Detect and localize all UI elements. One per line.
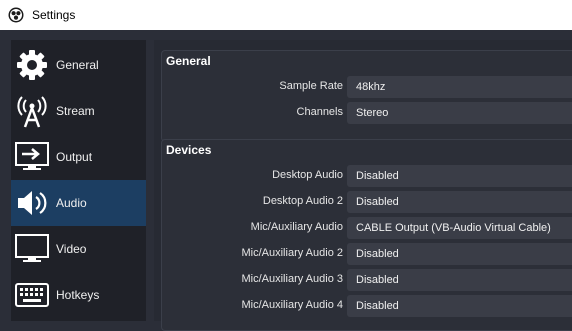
- sidebar-item-audio[interactable]: Audio: [11, 180, 146, 226]
- setting-row-desktop-audio: Desktop Audio Disabled: [162, 165, 572, 187]
- sidebar-item-label: Video: [56, 242, 87, 256]
- gear-icon: [14, 47, 50, 83]
- sidebar-item-label: Stream: [56, 104, 95, 118]
- desktop-audio-2-select[interactable]: Disabled: [347, 191, 572, 213]
- desktop-audio-select[interactable]: Disabled: [347, 165, 572, 187]
- mic-aux-audio-2-select[interactable]: Disabled: [347, 243, 572, 265]
- output-monitor-icon: [14, 139, 50, 175]
- devices-group: Devices Desktop Audio Disabled Desktop A…: [161, 139, 572, 331]
- obs-logo-icon: [8, 7, 24, 23]
- group-title-devices: Devices: [166, 143, 212, 157]
- window-title: Settings: [32, 8, 76, 22]
- sidebar-item-label: Output: [56, 150, 93, 164]
- sample-rate-select[interactable]: 48khz: [347, 76, 572, 98]
- setting-row-mic-aux-audio-4: Mic/Auxiliary Audio 4 Disabled: [162, 295, 572, 317]
- sidebar-item-label: Audio: [56, 196, 87, 210]
- sidebar-item-label: Hotkeys: [56, 288, 100, 302]
- setting-row-mic-aux-audio-2: Mic/Auxiliary Audio 2 Disabled: [162, 243, 572, 265]
- group-title-general: General: [166, 54, 211, 68]
- mic-aux-audio-4-label: Mic/Auxiliary Audio 4: [241, 299, 344, 311]
- settings-window: General Stream Output Audio Video Hotkey…: [0, 30, 572, 331]
- monitor-icon: [14, 231, 50, 267]
- setting-row-desktop-audio-2: Desktop Audio 2 Disabled: [162, 191, 572, 213]
- sidebar-item-stream[interactable]: Stream: [11, 88, 146, 134]
- keyboard-icon: [14, 277, 50, 313]
- sidebar-item-video[interactable]: Video: [11, 226, 146, 272]
- setting-row-mic-aux-audio: Mic/Auxiliary Audio CABLE Output (VB-Aud…: [162, 217, 572, 239]
- mic-aux-audio-select[interactable]: CABLE Output (VB-Audio Virtual Cable): [347, 217, 572, 239]
- general-group: General Sample Rate 48khz Channels Stere…: [161, 50, 572, 142]
- settings-sidebar: General Stream Output Audio Video Hotkey…: [11, 40, 146, 321]
- mic-aux-audio-3-select[interactable]: Disabled: [347, 269, 572, 291]
- mic-aux-audio-label: Mic/Auxiliary Audio: [250, 221, 343, 233]
- broadcast-antenna-icon: [14, 93, 50, 129]
- audio-settings-panel: General Sample Rate 48khz Channels Stere…: [154, 40, 572, 331]
- setting-row-mic-aux-audio-3: Mic/Auxiliary Audio 3 Disabled: [162, 269, 572, 291]
- sidebar-item-output[interactable]: Output: [11, 134, 146, 180]
- mic-aux-audio-4-select[interactable]: Disabled: [347, 295, 572, 317]
- mic-aux-audio-3-label: Mic/Auxiliary Audio 3: [241, 273, 344, 285]
- sample-rate-label: Sample Rate: [279, 80, 343, 92]
- channels-select[interactable]: Stereo: [347, 102, 572, 124]
- mic-aux-audio-2-label: Mic/Auxiliary Audio 2: [241, 247, 344, 259]
- sidebar-item-general[interactable]: General: [11, 42, 146, 88]
- channels-label: Channels: [296, 106, 343, 118]
- title-bar: Settings: [0, 0, 572, 30]
- speaker-icon: [14, 185, 50, 221]
- desktop-audio-label: Desktop Audio: [272, 169, 343, 181]
- desktop-audio-2-label: Desktop Audio 2: [262, 195, 343, 207]
- setting-row-channels: Channels Stereo: [162, 102, 572, 124]
- sidebar-item-hotkeys[interactable]: Hotkeys: [11, 272, 146, 318]
- sidebar-item-label: General: [56, 58, 99, 72]
- setting-row-sample-rate: Sample Rate 48khz: [162, 76, 572, 98]
